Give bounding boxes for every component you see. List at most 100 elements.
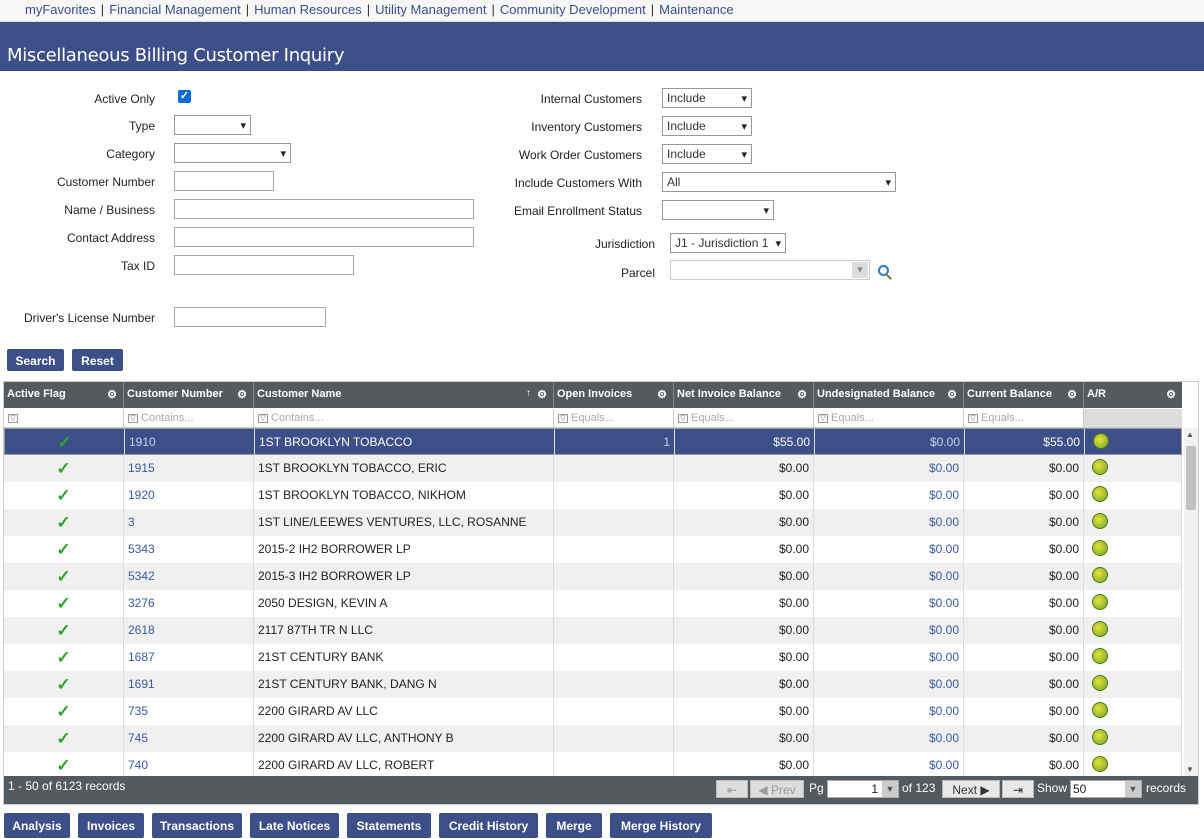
cell-undesignated-balance[interactable]: $0.00 bbox=[814, 482, 964, 509]
table-row[interactable]: ✓ 1687 21ST CENTURY BANK $0.00 $0.00 $0.00 bbox=[4, 644, 1182, 671]
cell-customer-number[interactable]: 1920 bbox=[124, 482, 254, 509]
jurisdiction-select[interactable]: J1 - Jurisdiction 1 ▾ bbox=[670, 233, 786, 253]
cell-open-invoices[interactable] bbox=[554, 563, 674, 590]
nav-community-development[interactable]: Community Development bbox=[500, 2, 646, 17]
cell-customer-number[interactable]: 2618 bbox=[124, 617, 254, 644]
ar-globe-icon[interactable] bbox=[1092, 648, 1108, 664]
table-row[interactable]: ✓ 5342 2015-3 IH2 BORROWER LP $0.00 $0.00 $0.… bbox=[4, 563, 1182, 590]
filter-active-flag[interactable]: ▽ bbox=[4, 409, 124, 427]
cell-customer-number[interactable]: 1910 bbox=[125, 429, 255, 456]
filter-icon[interactable]: ▽ bbox=[818, 413, 828, 423]
table-row[interactable]: ✓ 2618 2117 87TH TR N LLC $0.00 $0.00 $0.00 bbox=[4, 617, 1182, 644]
ar-globe-icon[interactable] bbox=[1092, 729, 1108, 745]
filter-icon[interactable]: ▽ bbox=[8, 413, 18, 423]
filter-net-invoice-balance[interactable]: ▽ Equals... bbox=[674, 409, 814, 427]
inventory-customers-select[interactable]: Include ▾ bbox=[662, 116, 752, 136]
column-customer-number[interactable]: Customer Number ⚙ bbox=[124, 382, 254, 408]
cell-open-invoices[interactable] bbox=[554, 455, 674, 482]
filter-icon[interactable]: ▽ bbox=[968, 413, 978, 423]
gear-icon[interactable]: ⚙ bbox=[1067, 383, 1077, 407]
cell-customer-number[interactable]: 740 bbox=[124, 752, 254, 776]
gear-icon[interactable]: ⚙ bbox=[947, 383, 957, 407]
chevron-down-icon[interactable]: ▼ bbox=[1125, 781, 1141, 797]
cell-customer-number[interactable]: 1687 bbox=[124, 644, 254, 671]
table-row[interactable]: ✓ 3 1ST LINE/LEEWES VENTURES, LLC, ROSANNE… bbox=[4, 509, 1182, 536]
ar-globe-icon[interactable] bbox=[1092, 567, 1108, 583]
cell-customer-number[interactable]: 1915 bbox=[124, 455, 254, 482]
scrollbar-thumb[interactable] bbox=[1186, 446, 1196, 510]
merge-history-button[interactable]: Merge History bbox=[610, 813, 712, 838]
column-customer-name[interactable]: Customer Name ↑ ⚙ bbox=[254, 382, 554, 408]
credit-history-button[interactable]: Credit History bbox=[439, 813, 538, 838]
name-business-input[interactable] bbox=[174, 199, 474, 219]
drivers-license-input[interactable] bbox=[174, 307, 326, 327]
ar-globe-icon[interactable] bbox=[1092, 756, 1108, 772]
cell-undesignated-balance[interactable]: $0.00 bbox=[814, 752, 964, 776]
gear-icon[interactable]: ⚙ bbox=[107, 383, 117, 407]
ar-globe-icon[interactable] bbox=[1092, 702, 1108, 718]
transactions-button[interactable]: Transactions bbox=[152, 813, 242, 838]
cell-undesignated-balance[interactable]: $0.00 bbox=[814, 563, 964, 590]
table-row[interactable]: ✓ 1915 1ST BROOKLYN TOBACCO, ERIC $0.00 $0.0… bbox=[4, 455, 1182, 482]
parcel-combobox[interactable]: ▾ bbox=[670, 260, 870, 280]
filter-icon[interactable]: ▽ bbox=[678, 413, 688, 423]
cell-undesignated-balance[interactable]: $0.00 bbox=[814, 698, 964, 725]
table-row[interactable]: ✓ 745 2200 GIRARD AV LLC, ANTHONY B $0.00 $0… bbox=[4, 725, 1182, 752]
filter-customer-name[interactable]: ▽ Contains... bbox=[254, 409, 554, 427]
table-row[interactable]: ✓ 5343 2015-2 IH2 BORROWER LP $0.00 $0.00 $0.… bbox=[4, 536, 1182, 563]
column-active-flag[interactable]: Active Flag ⚙ bbox=[4, 382, 124, 408]
filter-undesignated-balance[interactable]: ▽ Equals... bbox=[814, 409, 964, 427]
cell-undesignated-balance[interactable]: $0.00 bbox=[814, 617, 964, 644]
cell-customer-number[interactable]: 5342 bbox=[124, 563, 254, 590]
cell-open-invoices[interactable] bbox=[554, 698, 674, 725]
filter-icon[interactable]: ▽ bbox=[258, 413, 268, 423]
next-page-button[interactable]: Next ▶ bbox=[942, 780, 1000, 798]
gear-icon[interactable]: ⚙ bbox=[1166, 383, 1176, 407]
cell-open-invoices[interactable] bbox=[554, 752, 674, 776]
filter-icon[interactable]: ▽ bbox=[558, 413, 568, 423]
chevron-down-icon[interactable]: ▾ bbox=[852, 262, 868, 278]
last-page-button[interactable]: ⇥ bbox=[1002, 780, 1034, 798]
ar-globe-icon[interactable] bbox=[1092, 675, 1108, 691]
nav-maintenance[interactable]: Maintenance bbox=[659, 2, 733, 17]
column-current-balance[interactable]: Current Balance ⚙ bbox=[964, 382, 1084, 408]
cell-open-invoices[interactable] bbox=[554, 536, 674, 563]
column-net-invoice-balance[interactable]: Net Invoice Balance ⚙ bbox=[674, 382, 814, 408]
contact-address-input[interactable] bbox=[174, 227, 474, 247]
tax-id-input[interactable] bbox=[174, 255, 354, 275]
customer-number-input[interactable] bbox=[174, 171, 274, 191]
gear-icon[interactable]: ⚙ bbox=[657, 383, 667, 407]
cell-undesignated-balance[interactable]: $0.00 bbox=[814, 536, 964, 563]
nav-human-resources[interactable]: Human Resources bbox=[254, 2, 362, 17]
cell-open-invoices[interactable] bbox=[554, 671, 674, 698]
ar-globe-icon[interactable] bbox=[1092, 540, 1108, 556]
analysis-button[interactable]: Analysis bbox=[4, 813, 70, 838]
scroll-up-icon[interactable]: ▲ bbox=[1186, 430, 1194, 439]
page-size-select[interactable]: 50 ▼ bbox=[1070, 780, 1142, 798]
table-row[interactable]: ✓ 1910 1ST BROOKLYN TOBACCO 1 $55.00 $0.00 $55… bbox=[4, 428, 1182, 456]
column-open-invoices[interactable]: Open Invoices ⚙ bbox=[554, 382, 674, 408]
vertical-scrollbar[interactable]: ▲ ▼ bbox=[1184, 428, 1198, 776]
ar-globe-icon[interactable] bbox=[1093, 433, 1109, 449]
late-notices-button[interactable]: Late Notices bbox=[250, 813, 339, 838]
active-only-checkbox[interactable]: ✓ bbox=[178, 90, 191, 103]
chevron-down-icon[interactable]: ▼ bbox=[882, 781, 898, 797]
work-order-customers-select[interactable]: Include ▾ bbox=[662, 144, 752, 164]
search-icon[interactable] bbox=[878, 265, 889, 276]
cell-open-invoices[interactable]: 1 bbox=[555, 429, 675, 456]
cell-customer-number[interactable]: 1691 bbox=[124, 671, 254, 698]
prev-page-button[interactable]: ◀ Prev bbox=[750, 780, 804, 798]
cell-undesignated-balance[interactable]: $0.00 bbox=[814, 725, 964, 752]
search-button[interactable]: Search bbox=[7, 349, 64, 371]
cell-open-invoices[interactable] bbox=[554, 617, 674, 644]
cell-undesignated-balance[interactable]: $0.00 bbox=[814, 671, 964, 698]
gear-icon[interactable]: ⚙ bbox=[797, 383, 807, 407]
email-enrollment-status-select[interactable]: ▾ bbox=[662, 200, 774, 220]
ar-globe-icon[interactable] bbox=[1092, 486, 1108, 502]
nav-myfavorites[interactable]: myFavorites bbox=[25, 2, 96, 17]
cell-undesignated-balance[interactable]: $0.00 bbox=[815, 429, 965, 456]
ar-globe-icon[interactable] bbox=[1092, 513, 1108, 529]
table-row[interactable]: ✓ 1920 1ST BROOKLYN TOBACCO, NIKHOM $0.00 $0… bbox=[4, 482, 1182, 509]
table-row[interactable]: ✓ 740 2200 GIRARD AV LLC, ROBERT $0.00 $0.00… bbox=[4, 752, 1182, 776]
gear-icon[interactable]: ⚙ bbox=[237, 383, 247, 407]
